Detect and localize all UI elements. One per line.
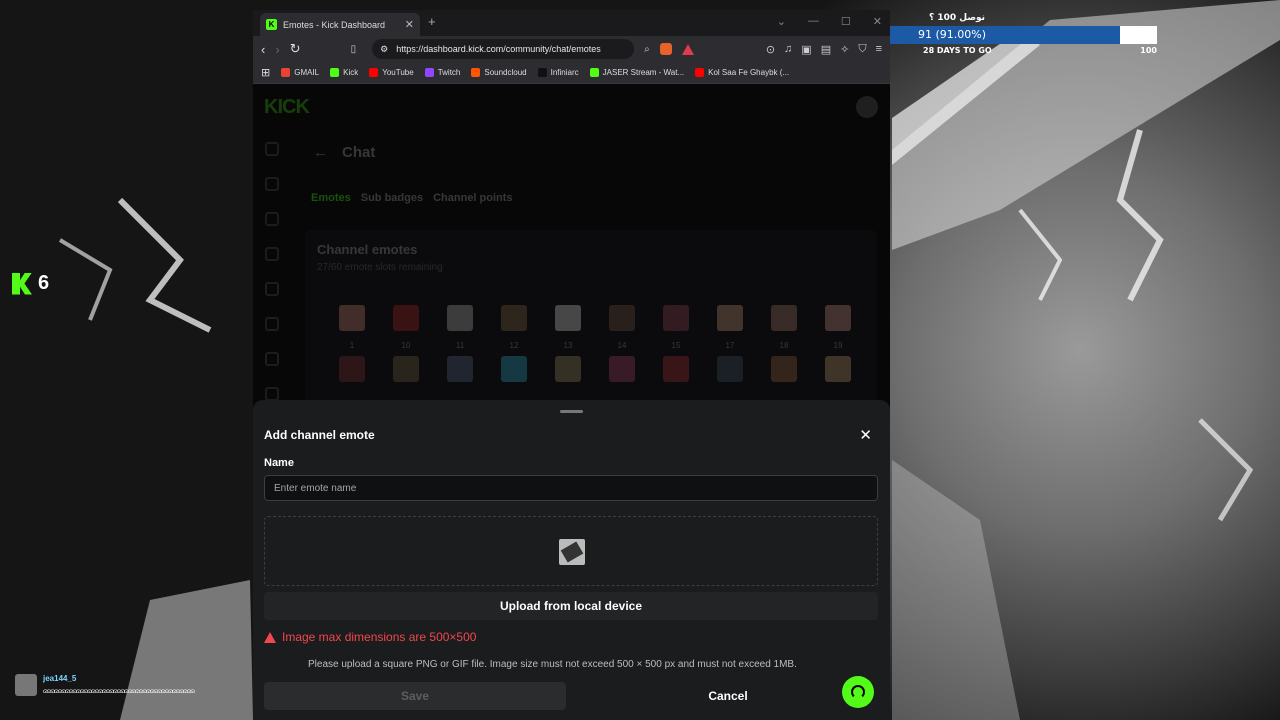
kick-count: 6 (38, 272, 50, 294)
bookmark-item[interactable]: JASER Stream - Wat... (589, 68, 685, 77)
close-tab-icon[interactable]: ✕ (405, 18, 414, 31)
stream-chat-overlay: jea144_5 ɷɷɷɷɷɷɷɷɷɷɷɷɷɷɷɷɷɷɷɷɷɷɷɷɷɷɷɷɷɷɷ… (15, 674, 195, 696)
new-tab-icon[interactable]: + (428, 14, 436, 29)
maximize-icon[interactable]: ☐ (841, 15, 851, 28)
bookmark-favicon-icon (424, 68, 434, 77)
chevron-down-icon[interactable]: ⌄ (777, 15, 786, 28)
upload-dropzone[interactable] (264, 516, 878, 586)
chat-message: ɷɷɷɷɷɷɷɷɷɷɷɷɷɷɷɷɷɷɷɷɷɷɷɷɷɷɷɷɷɷɷɷɷɷɷɷɷɷɷɷ… (43, 689, 195, 695)
tab-emotes[interactable]: K Emotes - Kick Dashboard ✕ (260, 13, 420, 36)
kick-logo-icon (12, 272, 32, 295)
music-icon[interactable]: ♫ (784, 43, 792, 55)
reload-icon[interactable]: ↻ (290, 41, 301, 57)
bookmark-favicon-icon (537, 68, 547, 77)
bookmark-label: YouTube (382, 68, 414, 77)
menu-icon[interactable]: ≡ (876, 43, 882, 55)
bookmark-label: Soundcloud (484, 68, 527, 77)
forward-icon[interactable]: › (275, 42, 279, 57)
upload-button[interactable]: Upload from local device (264, 592, 878, 620)
upload-hint: Please upload a square PNG or GIF file. … (308, 659, 797, 670)
bookmark-item[interactable]: Infiniarc (537, 68, 579, 77)
brave-shield-icon[interactable] (659, 43, 672, 55)
bookmark-label: Kol Saa Fe Ghaybk (... (708, 68, 790, 77)
error-text: Image max dimensions are 500×500 (282, 630, 477, 644)
warning-icon (264, 631, 276, 643)
name-label: Name (264, 457, 294, 469)
zoom-icon[interactable]: ⌕ (644, 44, 650, 55)
bookmark-label: Kick (343, 68, 359, 77)
bookmark-item[interactable]: Soundcloud (471, 68, 527, 77)
bookmark-favicon-icon (330, 68, 340, 77)
url-text: https://dashboard.kick.com/community/cha… (396, 44, 601, 54)
kick-dashboard-page: KICK ← Chat Emotes Sub badges Channel po… (253, 84, 890, 720)
emote-preview-image (559, 539, 585, 565)
bookmark-label: GMAIL (294, 68, 320, 77)
sidebar-icon[interactable]: ▣ (801, 43, 811, 56)
drag-handle[interactable] (560, 410, 583, 413)
bookmark-favicon-icon (471, 68, 481, 77)
bookmark-favicon-icon (369, 68, 379, 77)
support-chat-button[interactable] (842, 676, 874, 708)
leo-icon[interactable]: ✧ (840, 43, 849, 56)
chat-avatar (15, 674, 37, 696)
headset-icon (851, 685, 865, 699)
bookmark-favicon-icon (281, 68, 291, 77)
emote-name-input[interactable] (264, 475, 878, 501)
bookmark-item[interactable]: Kick (330, 68, 358, 77)
cancel-button[interactable]: Cancel (573, 682, 883, 710)
brave-rewards-icon[interactable] (681, 43, 694, 55)
bookmark-icon[interactable]: ▯ (351, 44, 357, 55)
browser-window: K Emotes - Kick Dashboard ✕ + ⌄ — ☐ ✕ ‹ … (253, 10, 890, 720)
wallet-icon[interactable]: ▤ (821, 43, 831, 56)
kick-follower-counter: 6 (12, 272, 49, 295)
bookmark-label: JASER Stream - Wat... (602, 68, 685, 77)
goal-title: نوصل 100 ؟ (929, 13, 986, 23)
bookmark-item[interactable]: YouTube (369, 68, 414, 77)
add-emote-modal: Add channel emote ✕ Name Upload from loc… (253, 400, 890, 720)
close-window-icon[interactable]: ✕ (873, 15, 882, 28)
close-icon[interactable]: ✕ (859, 426, 872, 444)
bookmark-item[interactable]: Kol Saa Fe Ghaybk (... (695, 68, 789, 77)
goal-max: 100 (1140, 46, 1157, 55)
bookmark-label: Infiniarc (550, 68, 579, 77)
address-bar: ‹ › ↻ ▯ ⚙ https://dashboard.kick.com/com… (253, 36, 890, 62)
bookmark-favicon-icon (589, 68, 599, 77)
extensions-bar: ⊙ ♫ ▣ ▤ ✧ ⛉ ≡ (766, 43, 882, 56)
save-button[interactable]: Save (264, 682, 566, 710)
bookmark-favicon-icon (695, 68, 705, 77)
minimize-icon[interactable]: — (808, 15, 819, 28)
extension-icon[interactable]: ⊙ (766, 43, 775, 56)
tab-bar: K Emotes - Kick Dashboard ✕ + ⌄ — ☐ ✕ (253, 10, 890, 36)
window-controls: ⌄ — ☐ ✕ (777, 15, 882, 28)
bookmark-item[interactable]: GMAIL (281, 68, 319, 77)
url-field[interactable]: ⚙ https://dashboard.kick.com/community/c… (372, 39, 635, 59)
chat-username: jea144_5 (43, 674, 77, 683)
error-message: Image max dimensions are 500×500 (264, 630, 476, 644)
apps-icon[interactable]: ⊞ (261, 66, 270, 79)
bookmarks-bar: ⊞ GMAIL Kick YouTube Twitch Soundcloud Infini… (253, 62, 890, 84)
bookmark-label: Twitch (437, 68, 461, 77)
modal-title: Add channel emote (264, 428, 375, 442)
back-icon[interactable]: ‹ (261, 42, 265, 57)
site-info-icon[interactable]: ⚙ (380, 44, 388, 55)
tab-title: Emotes - Kick Dashboard (283, 19, 386, 30)
kick-favicon-icon: K (266, 19, 277, 30)
vpn-icon[interactable]: ⛉ (858, 43, 866, 56)
bookmark-item[interactable]: Twitch (424, 68, 461, 77)
goal-days: 28 DAYS TO GO (923, 46, 992, 55)
